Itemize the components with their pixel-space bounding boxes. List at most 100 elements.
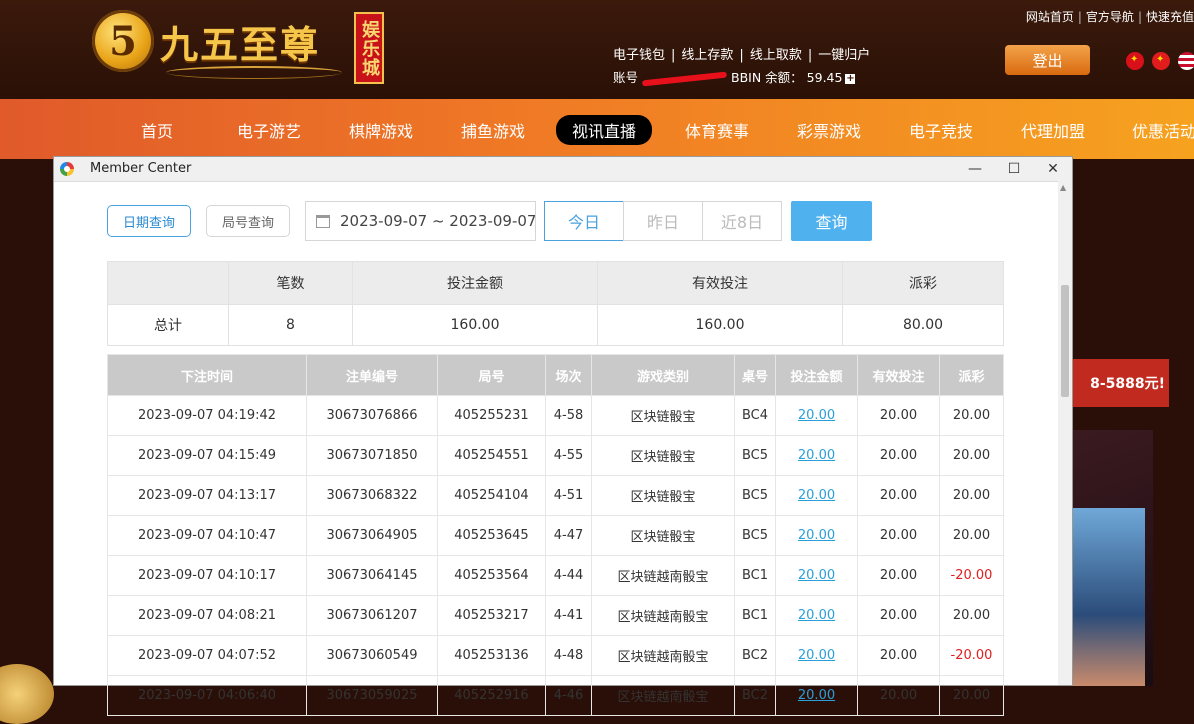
summary-cell: 160.00 (597, 304, 843, 346)
table-row: 2023-09-07 04:15:49 30673071850 405254551 4… (107, 435, 1004, 476)
cn-flag-icon[interactable] (1152, 52, 1170, 70)
window-titlebar[interactable]: Member Center — ☐ ✕ (54, 157, 1072, 182)
wallet-link-withdraw[interactable]: 线上取款 (750, 48, 802, 63)
table-cell: BC4 (734, 395, 776, 436)
table-row: 2023-09-07 04:13:17 30673068322 405254104 4… (107, 475, 1004, 516)
table-cell: 4-55 (545, 435, 592, 476)
table-cell: 20.00 (857, 475, 940, 516)
table-row: 2023-09-07 04:10:47 30673064905 405253645 4… (107, 515, 1004, 556)
nav-item-cards[interactable]: 棋牌游戏 (349, 118, 413, 142)
hk-flag-icon[interactable] (1126, 52, 1144, 70)
app-icon (60, 162, 74, 176)
nav-item-sports[interactable]: 体育赛事 (685, 118, 749, 142)
table-cell: 405254551 (437, 435, 546, 476)
query-button[interactable]: 查询 (791, 201, 872, 241)
bet-amount-link[interactable]: 20.00 (775, 595, 858, 636)
table-cell: 30673059025 (306, 675, 438, 716)
range-8days-button[interactable]: 近8日 (702, 201, 782, 241)
balance-value: 59.45 (806, 70, 843, 85)
date-range-input[interactable]: 2023-09-07 ~ 2023-09-07 (305, 201, 536, 241)
date-range-value: 2023-09-07 ~ 2023-09-07 (340, 212, 536, 230)
nav-item-live[interactable]: 视讯直播 (556, 115, 653, 145)
plus-icon[interactable]: + (845, 73, 856, 84)
summary-header: 有效投注 (597, 261, 843, 305)
range-today-button[interactable]: 今日 (544, 201, 624, 241)
logo-badge: 娱乐城 (354, 12, 384, 84)
table-cell: BC5 (734, 515, 776, 556)
table-cell: 2023-09-07 04:07:52 (107, 635, 307, 676)
maximize-button[interactable]: ☐ (995, 157, 1033, 181)
table-cell: 20.00 (939, 675, 1004, 716)
table-cell: 区块链骰宝 (591, 475, 735, 516)
logo-text[interactable]: 九五至尊 (160, 14, 320, 69)
table-row: 2023-09-07 04:07:52 30673060549 405253136 4… (107, 635, 1004, 676)
bet-amount-link[interactable]: 20.00 (775, 555, 858, 596)
nav-item-lottery[interactable]: 彩票游戏 (797, 118, 861, 142)
us-flag-icon[interactable] (1178, 52, 1194, 70)
balance-label: BBIN 余额： (731, 70, 803, 85)
top-link-home[interactable]: 网站首页 (1026, 10, 1074, 24)
wallet-link-ewallet[interactable]: 电子钱包 (613, 48, 665, 63)
table-cell: 405252916 (437, 675, 546, 716)
round-query-tab[interactable]: 局号查询 (206, 205, 290, 237)
table-row: 2023-09-07 04:19:42 30673076866 405255231 4… (107, 395, 1004, 436)
table-cell: BC5 (734, 475, 776, 516)
table-cell: 2023-09-07 04:10:17 (107, 555, 307, 596)
window-title: Member Center (90, 161, 192, 176)
table-cell: 2023-09-07 04:15:49 (107, 435, 307, 476)
scrollbar[interactable]: ▲ (1058, 181, 1072, 685)
table-cell: 405253645 (437, 515, 546, 556)
table-cell: 405253136 (437, 635, 546, 676)
bet-amount-link[interactable]: 20.00 (775, 475, 858, 516)
table-cell: 区块链越南骰宝 (591, 675, 735, 716)
bet-amount-link[interactable]: 20.00 (775, 435, 858, 476)
logout-button[interactable]: 登出 (1005, 45, 1090, 75)
bet-amount-link[interactable]: 20.00 (775, 395, 858, 436)
promo-banner[interactable]: 8-5888元! (1073, 359, 1169, 407)
table-cell: 4-46 (545, 675, 592, 716)
column-header: 桌号 (734, 354, 776, 396)
table-cell: 20.00 (939, 475, 1004, 516)
nav-item-agent[interactable]: 代理加盟 (1021, 118, 1085, 142)
bet-amount-link[interactable]: 20.00 (775, 675, 858, 716)
scroll-thumb[interactable] (1061, 285, 1069, 397)
table-cell: 20.00 (857, 555, 940, 596)
table-cell: 30673071850 (306, 435, 438, 476)
nav-item-esports[interactable]: 电子竞技 (909, 118, 973, 142)
bet-amount-link[interactable]: 20.00 (775, 515, 858, 556)
promo-image[interactable] (1073, 508, 1145, 686)
nav-item-promotions[interactable]: 优惠活动 (1132, 118, 1194, 142)
logo-icon[interactable]: 5 (92, 10, 154, 72)
summary-header (107, 261, 229, 305)
minimize-button[interactable]: — (956, 157, 994, 181)
nav-item-home[interactable]: 首页 (141, 118, 173, 142)
table-cell: 20.00 (939, 515, 1004, 556)
date-query-tab[interactable]: 日期查询 (107, 205, 191, 237)
bet-amount-link[interactable]: 20.00 (775, 635, 858, 676)
table-cell: -20.00 (939, 555, 1004, 596)
top-link-recharge[interactable]: 快速充值 (1146, 10, 1194, 24)
calendar-icon (316, 214, 330, 228)
logo-ornament (166, 66, 342, 79)
table-cell: 4-48 (545, 635, 592, 676)
wallet-link-deposit[interactable]: 线上存款 (681, 48, 733, 63)
nav-item-slots[interactable]: 电子游艺 (237, 118, 301, 142)
column-header: 派彩 (939, 354, 1004, 396)
table-cell: 20.00 (857, 395, 940, 436)
summary-header: 笔数 (228, 261, 353, 305)
summary-cell: 80.00 (842, 304, 1004, 346)
table-cell: 2023-09-07 04:19:42 (107, 395, 307, 436)
wallet-link-consolidate[interactable]: 一键归户 (818, 48, 870, 63)
top-link-nav[interactable]: 官方导航 (1086, 10, 1134, 24)
table-cell: BC1 (734, 555, 776, 596)
table-cell: BC2 (734, 675, 776, 716)
column-header: 注单编号 (306, 354, 438, 396)
range-yesterday-button[interactable]: 昨日 (623, 201, 703, 241)
nav-item-fishing[interactable]: 捕鱼游戏 (461, 118, 525, 142)
table-cell: -20.00 (939, 635, 1004, 676)
table-cell: 30673064905 (306, 515, 438, 556)
table-cell: 20.00 (857, 515, 940, 556)
scroll-up-icon[interactable]: ▲ (1060, 183, 1066, 192)
close-button[interactable]: ✕ (1034, 157, 1072, 181)
column-header: 下注时间 (107, 354, 307, 396)
